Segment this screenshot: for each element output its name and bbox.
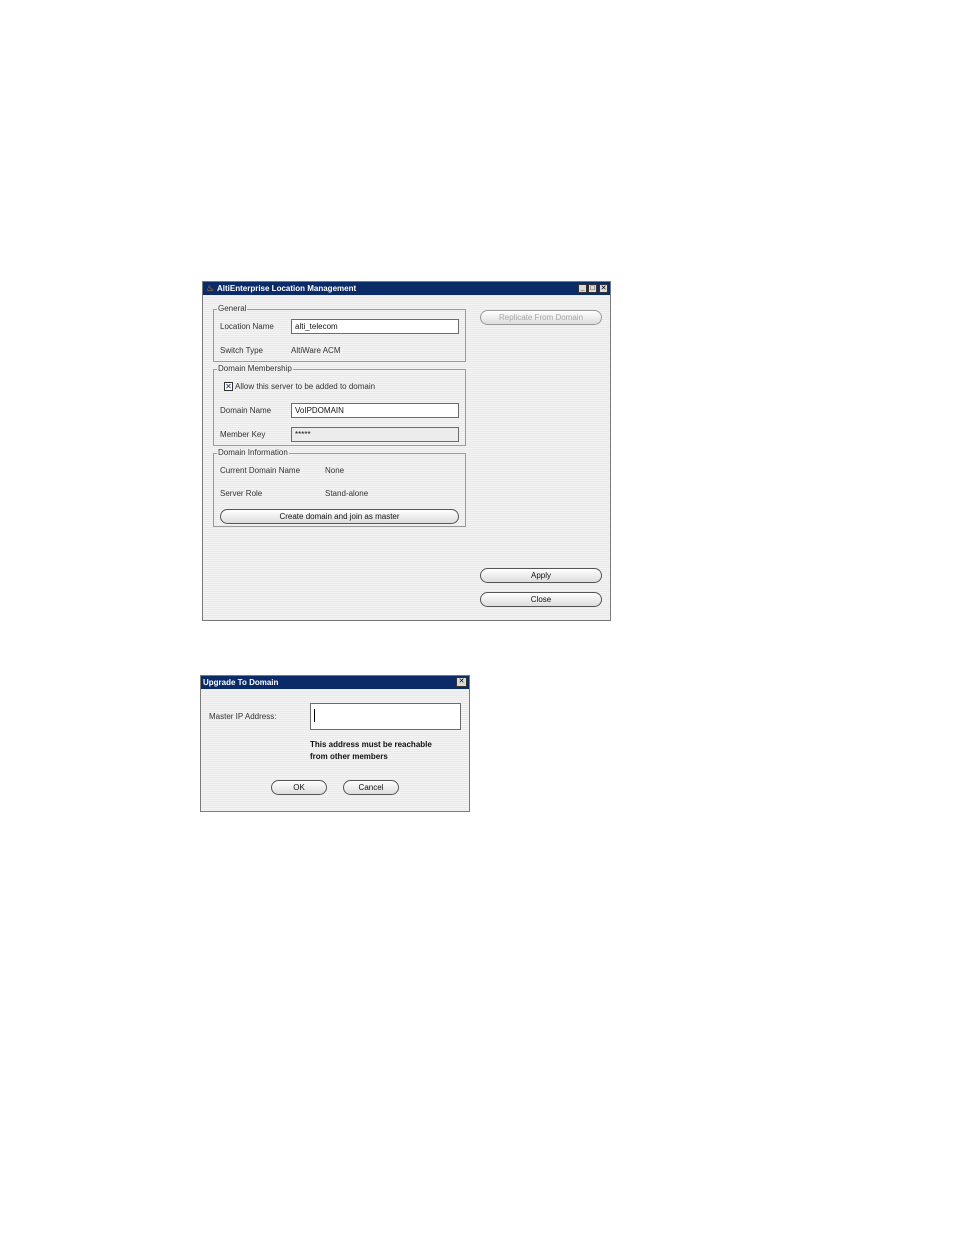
hint-line-2: from other members — [310, 752, 388, 761]
server-role-label: Server Role — [220, 489, 263, 498]
location-name-label: Location Name — [220, 322, 274, 331]
allow-domain-checkbox[interactable]: ✕ — [224, 382, 233, 391]
window-title: AltiEnterprise Location Management — [217, 284, 357, 293]
location-management-window: ♨ AltiEnterprise Location Management _ □… — [202, 281, 611, 621]
cancel-button[interactable]: Cancel — [343, 780, 399, 795]
close-button[interactable]: Close — [480, 592, 602, 607]
domain-information-group: Domain Information Current Domain Name N… — [213, 448, 466, 527]
domain-membership-group: Domain Membership ✕ Allow this server to… — [213, 364, 466, 446]
dialog-title-bar: Upgrade To Domain ✕ — [201, 676, 469, 689]
text-cursor — [314, 709, 315, 722]
master-ip-input[interactable] — [310, 703, 461, 730]
minimize-icon[interactable]: _ — [578, 284, 587, 293]
member-key-field[interactable]: ***** — [291, 427, 459, 442]
switch-type-label: Switch Type — [220, 346, 263, 355]
general-legend: General — [217, 304, 248, 313]
server-role-value: Stand-alone — [325, 489, 369, 498]
ok-button[interactable]: OK — [271, 780, 327, 795]
close-icon[interactable]: ✕ — [599, 284, 608, 293]
maximize-icon[interactable]: □ — [588, 284, 597, 293]
upgrade-to-domain-dialog: Upgrade To Domain ✕ Master IP Address: T… — [200, 675, 470, 812]
master-ip-label: Master IP Address: — [209, 712, 277, 721]
dialog-title: Upgrade To Domain — [203, 678, 279, 687]
dialog-close-icon[interactable]: ✕ — [456, 677, 467, 687]
hint-line-1: This address must be reachable — [310, 740, 432, 749]
allow-domain-label: Allow this server to be added to domain — [235, 382, 376, 391]
location-name-field[interactable]: alti_telecom — [291, 319, 459, 334]
member-key-label: Member Key — [220, 430, 266, 439]
domain-membership-legend: Domain Membership — [217, 364, 293, 373]
replicate-from-domain-button[interactable]: Replicate From Domain — [480, 310, 602, 325]
domain-name-label: Domain Name — [220, 406, 272, 415]
create-domain-button[interactable]: Create domain and join as master — [220, 509, 459, 524]
general-group: General Location Name alti_telecom Switc… — [213, 304, 466, 362]
switch-type-value: AltiWare ACM — [291, 346, 341, 355]
current-domain-value: None — [325, 466, 345, 475]
title-bar: ♨ AltiEnterprise Location Management _ □… — [203, 282, 610, 295]
domain-name-field[interactable]: VoIPDOMAIN — [291, 403, 459, 418]
current-domain-label: Current Domain Name — [220, 466, 301, 475]
domain-information-legend: Domain Information — [217, 448, 289, 457]
apply-button[interactable]: Apply — [480, 568, 602, 583]
java-icon: ♨ — [206, 283, 215, 293]
